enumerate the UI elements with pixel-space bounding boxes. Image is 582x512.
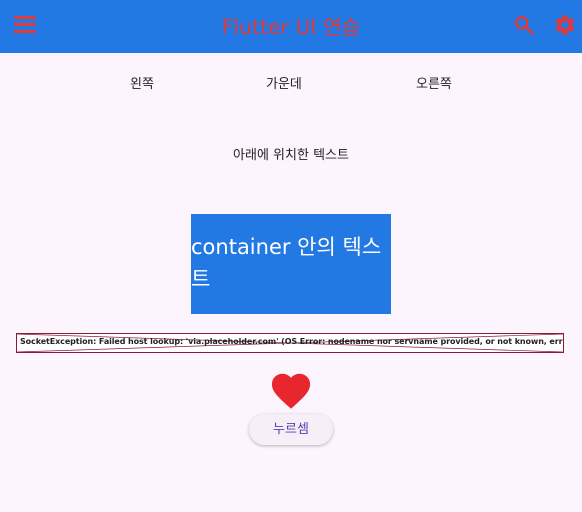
alignment-row: 왼쪽 가운데 오른쪽: [0, 73, 582, 93]
image-error-message: SocketException: Failed host lookup: 'vi…: [20, 337, 564, 346]
bottom-aligned-text: 아래에 위치한 텍스트: [233, 148, 349, 163]
heart-icon: [271, 373, 311, 409]
search-icon[interactable]: [513, 14, 535, 36]
container-text: container 안의 텍스트: [191, 235, 382, 291]
text-left: 왼쪽: [130, 77, 154, 92]
app-title: Flutter UI 연습: [221, 15, 361, 39]
text-center: 가운데: [266, 77, 302, 92]
blue-container: container 안의 텍스트: [191, 214, 391, 314]
image-error-placeholder: SocketException: Failed host lookup: 'vi…: [16, 333, 564, 353]
app-bar: Flutter UI 연습: [0, 0, 582, 53]
gear-icon[interactable]: [553, 13, 577, 37]
text-right: 오른쪽: [416, 77, 452, 92]
press-button[interactable]: 누르셈: [249, 414, 333, 445]
